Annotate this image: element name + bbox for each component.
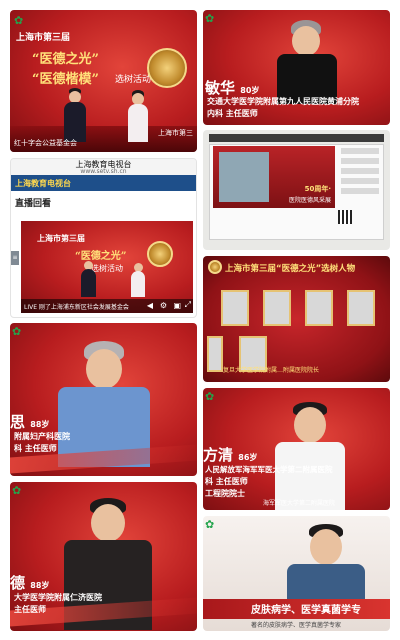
footer-caption: 海军军医大学第二附属医院 (263, 500, 336, 507)
side-menu-button[interactable]: ≡ (11, 251, 19, 265)
video-frame (219, 152, 269, 202)
doctor-portrait-5[interactable]: ✿ 皮肤病学、医学真菌学专 著名的皮肤病学、医学真菌学专家 (203, 516, 390, 631)
figures-header: 上海市第三届“医德之光”选树人物 (225, 264, 356, 274)
green-logo-icon: ✿ (205, 518, 215, 531)
phrase-b: “医德楷模” (32, 72, 99, 87)
doctor-portrait-1[interactable]: ✿ 敏华 80岁 交通大学医学院附属第九人民医院黄浦分院 内科 主任医师 (203, 10, 390, 125)
hospital-line-3: 工程院院士 (205, 489, 245, 498)
doctor-name: 德 88岁 (10, 574, 50, 592)
monitor-top-bar (209, 134, 384, 142)
figures-caption: 复旦大学医学院附属…附属医院院长 (223, 367, 320, 374)
hospital-line-1: 附属妇产科医院 (14, 432, 70, 441)
subtitle-text: 著名的皮肤病学、医学真菌学专家 (251, 622, 342, 629)
volume-icon[interactable]: ◀ (147, 301, 153, 310)
green-logo-icon: ✿ (12, 484, 22, 497)
player-controls[interactable]: LIVE 刚了上海浦东新区社会发展基金会 (21, 299, 193, 313)
pip-icon[interactable]: ▣ (173, 301, 181, 310)
portrait-frame (305, 290, 333, 326)
green-logo-icon: ✿ (12, 325, 22, 338)
channel-brand[interactable]: 上海教育电视台 (11, 175, 196, 191)
portrait-frame (263, 290, 291, 326)
hospital-line-2: 主任医师 (14, 605, 46, 614)
video-player[interactable]: 上海市第三届 “医德之光” 选树活动 LIVE 刚了上海浦东新区社会发展基金会 … (21, 221, 193, 313)
live-ticker: LIVE 刚了上海浦东新区社会发展基金会 (24, 304, 129, 311)
hospital-line-2: 内科 主任医师 (207, 109, 258, 118)
settings-icon[interactable]: ⚙ (160, 301, 167, 310)
embedded-video[interactable]: 50周年· 医院医德风采展 (213, 146, 335, 208)
portrait-frame (221, 290, 249, 326)
green-logo-icon: ✿ (14, 14, 24, 27)
hospital-line-2: 科 主任医师 (14, 444, 57, 453)
green-logo-icon: ✿ (205, 12, 215, 25)
video-caption: 50周年· (304, 185, 331, 193)
medal-icon (147, 48, 187, 88)
doctor-portrait-4[interactable]: ✿ 德 88岁 大学医学院附属仁济医院 主任医师 (10, 482, 197, 631)
hospital-line-1: 大学医学院附属仁济医院 (14, 593, 102, 602)
doctor-name: 思 88岁 (10, 413, 50, 431)
medal-icon (147, 241, 173, 267)
hospital-line-1: 人民解放军海军军医大学第二附属医院 (205, 465, 333, 474)
doctor-portrait-2[interactable]: ✿ 思 88岁 附属妇产科医院 科 主任医师 (10, 323, 197, 476)
hospital-line-2: 科 主任医师 (205, 477, 248, 486)
medal-icon (208, 260, 222, 274)
qr-code-icon (338, 210, 352, 224)
selected-figures-image[interactable]: 上海市第三届“医德之光”选树人物 复旦大学医学院附属…附属医院院长 (203, 256, 390, 382)
stage-sign: 上海市第三 (158, 129, 193, 137)
band-text: 皮肤病学、医学真菌学专 (251, 605, 361, 616)
event-line: 上海市第三届 (16, 33, 71, 43)
video-caption-2: 医院医德风采展 (288, 197, 331, 204)
player-line-3: 选树活动 (91, 264, 123, 273)
browser-url[interactable]: www.setv.sh.cn (11, 168, 196, 175)
portrait-frame (347, 290, 375, 326)
monitor-screenshot[interactable]: 50周年· 医院医德风采展 (203, 130, 390, 250)
browser-title-bar: 上海教育电视台 www.setv.sh.cn (11, 159, 196, 175)
foundation-label: 红十字会公益基金会 (14, 139, 77, 147)
doctor-name: 敏华 80岁 (205, 79, 260, 97)
ceremony-stage-image[interactable]: ✿ 上海市第三届 “医德之光” “医德楷模” 选树活动 上海市第三 红十字会公益… (10, 10, 197, 152)
player-line-1: 上海市第三届 (37, 234, 85, 243)
green-logo-icon: ✿ (205, 390, 215, 403)
phrase-a: “医德之光” (32, 52, 99, 67)
hospital-line-1: 交通大学医学院附属第九人民医院黄浦分院 (207, 97, 359, 106)
activity-label: 选树活动 (115, 75, 152, 85)
doctor-portrait-3[interactable]: ✿ 方清 86岁 人民解放军海军军医大学第二附属医院 科 主任医师 工程院院士 … (203, 388, 390, 510)
live-replay-page[interactable]: 上海教育电视台 www.setv.sh.cn 上海教育电视台 直播回看 ≡ 上海… (10, 158, 197, 318)
section-title: 直播回看 (15, 199, 52, 209)
fullscreen-icon[interactable]: ⤢ (185, 300, 191, 310)
page-sidebar (341, 148, 379, 206)
portrait-frame (207, 336, 223, 372)
player-line-2: “医德之光” (75, 251, 127, 262)
doctor-name: 方清 86岁 (203, 446, 258, 464)
